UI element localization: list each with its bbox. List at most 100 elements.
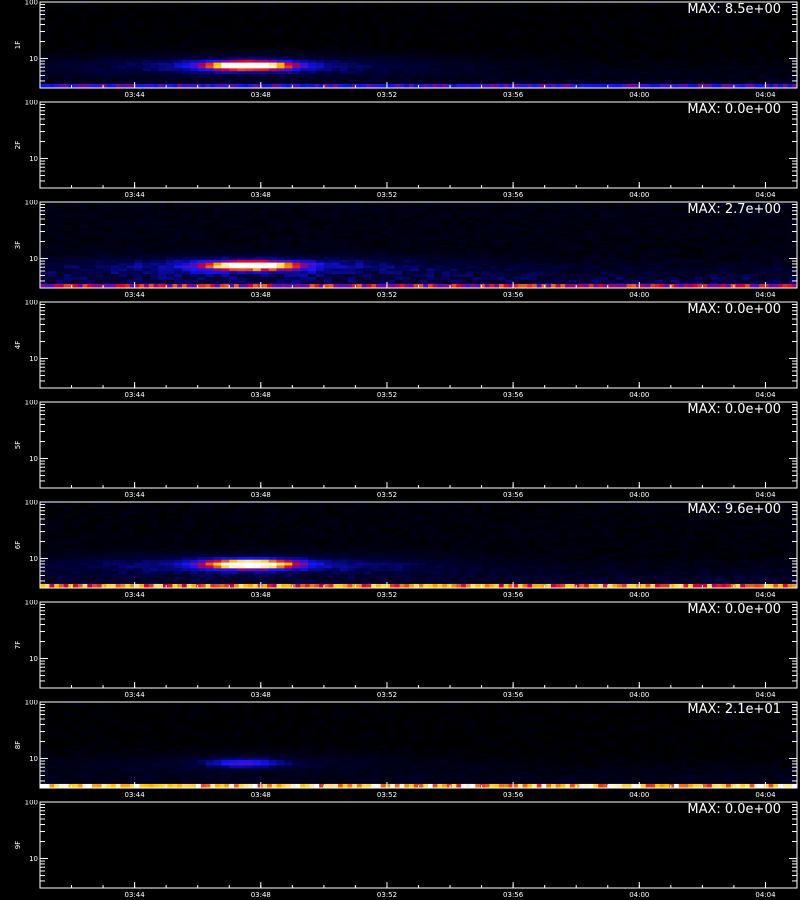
heatmap-cell	[726, 253, 735, 257]
heatmap-cell	[718, 273, 727, 277]
heatmap-cell	[158, 67, 167, 72]
baseline-cell	[243, 83, 249, 88]
heatmap-cell	[726, 267, 735, 272]
heatmap-cell	[268, 222, 277, 226]
heatmap-cell	[781, 210, 790, 214]
y-tick-label: 10	[29, 55, 38, 63]
heatmap-cell	[284, 253, 293, 257]
heatmap-cell	[189, 253, 199, 257]
heatmap-cell	[339, 53, 348, 57]
heatmap-cell	[536, 213, 546, 217]
heatmap-cell	[718, 245, 727, 249]
heatmap-cell	[749, 19, 758, 23]
heatmap-cell	[678, 230, 688, 234]
heatmap-cell	[158, 33, 167, 37]
heatmap-cell	[442, 265, 451, 269]
heatmap-cell	[670, 24, 680, 29]
heatmap-cell	[615, 273, 624, 277]
heatmap-cell	[434, 250, 443, 254]
heatmap-cell	[741, 250, 751, 254]
baseline-cell	[380, 283, 386, 288]
heatmap-cell	[465, 227, 475, 232]
heatmap-cell	[576, 279, 585, 283]
heatmap-cell	[237, 210, 246, 214]
heatmap-cell	[757, 79, 766, 83]
heatmap-cell	[205, 256, 214, 260]
heatmap-cell	[79, 50, 88, 54]
heatmap-cell	[331, 216, 341, 220]
heatmap-cell	[87, 230, 96, 234]
heatmap-cell	[221, 245, 230, 249]
heatmap-cell	[591, 276, 601, 280]
heatmap-cell	[765, 276, 774, 280]
heatmap-cell	[229, 219, 238, 223]
heatmap-cell	[110, 59, 120, 63]
heatmap-cell	[457, 19, 467, 23]
heatmap-cell	[528, 245, 538, 249]
heatmap-cell	[386, 22, 396, 26]
heatmap-cell	[363, 204, 372, 209]
heatmap-cell	[599, 36, 609, 40]
heatmap-cell	[513, 239, 522, 243]
heatmap-cell	[181, 259, 191, 263]
heatmap-cell	[576, 273, 585, 277]
heatmap-cell	[434, 267, 443, 272]
heatmap-cell	[765, 45, 774, 49]
baseline-cell	[304, 283, 311, 288]
heatmap-cell	[252, 16, 262, 20]
heatmap-cell	[229, 259, 238, 263]
heatmap-cell	[568, 276, 577, 280]
heatmap-cell	[197, 239, 206, 243]
heatmap-cell	[442, 279, 451, 283]
heatmap-cell	[647, 210, 656, 214]
heatmap-cell	[118, 27, 128, 32]
heatmap-cell	[670, 233, 680, 237]
heatmap-cell	[63, 270, 72, 275]
heatmap-cell	[765, 267, 774, 272]
heatmap-cell	[110, 219, 120, 223]
heatmap-cell	[252, 56, 262, 60]
heatmap-cell	[308, 253, 317, 257]
heatmap-cell	[221, 242, 230, 246]
heatmap-cell	[221, 230, 230, 234]
baseline-cell	[163, 283, 169, 288]
baseline-cell	[470, 83, 476, 88]
baseline-cell	[409, 283, 415, 288]
heatmap-cell	[647, 39, 656, 43]
heatmap-cell	[678, 259, 688, 263]
baseline-cell	[68, 283, 74, 288]
heatmap-cell	[252, 36, 262, 40]
heatmap-cell	[47, 245, 57, 249]
heatmap-cell	[126, 67, 136, 72]
heatmap-cell	[181, 213, 191, 217]
heatmap-cell	[599, 219, 609, 223]
heatmap-cell	[237, 65, 246, 69]
heatmap-cell	[110, 204, 120, 209]
heatmap-cell	[40, 53, 49, 57]
baseline-cell	[475, 283, 481, 288]
heatmap-cell	[576, 222, 585, 226]
heatmap-cell	[134, 219, 143, 223]
baseline-cell	[153, 283, 159, 288]
heatmap-cell	[213, 236, 222, 240]
heatmap-cell	[528, 213, 538, 217]
heatmap-cell	[110, 239, 120, 243]
heatmap-cell	[276, 259, 285, 263]
heatmap-cell	[599, 233, 609, 237]
heatmap-cell	[379, 67, 388, 72]
heatmap-cell	[710, 22, 719, 26]
heatmap-cell	[142, 42, 151, 46]
heatmap-cell	[647, 247, 656, 252]
heatmap-cell	[402, 73, 412, 77]
heatmap-cell	[497, 67, 506, 72]
x-tick-label: 04:00	[629, 191, 649, 199]
heatmap-cell	[473, 224, 482, 229]
heatmap-cell	[284, 13, 293, 17]
heatmap-cell	[726, 27, 735, 32]
heatmap-cell	[221, 53, 230, 57]
heatmap-cell	[174, 250, 183, 254]
heatmap-cell	[528, 227, 538, 232]
heatmap-cell	[79, 76, 88, 80]
heatmap-cell	[205, 47, 214, 52]
heatmap-cell	[55, 222, 65, 226]
